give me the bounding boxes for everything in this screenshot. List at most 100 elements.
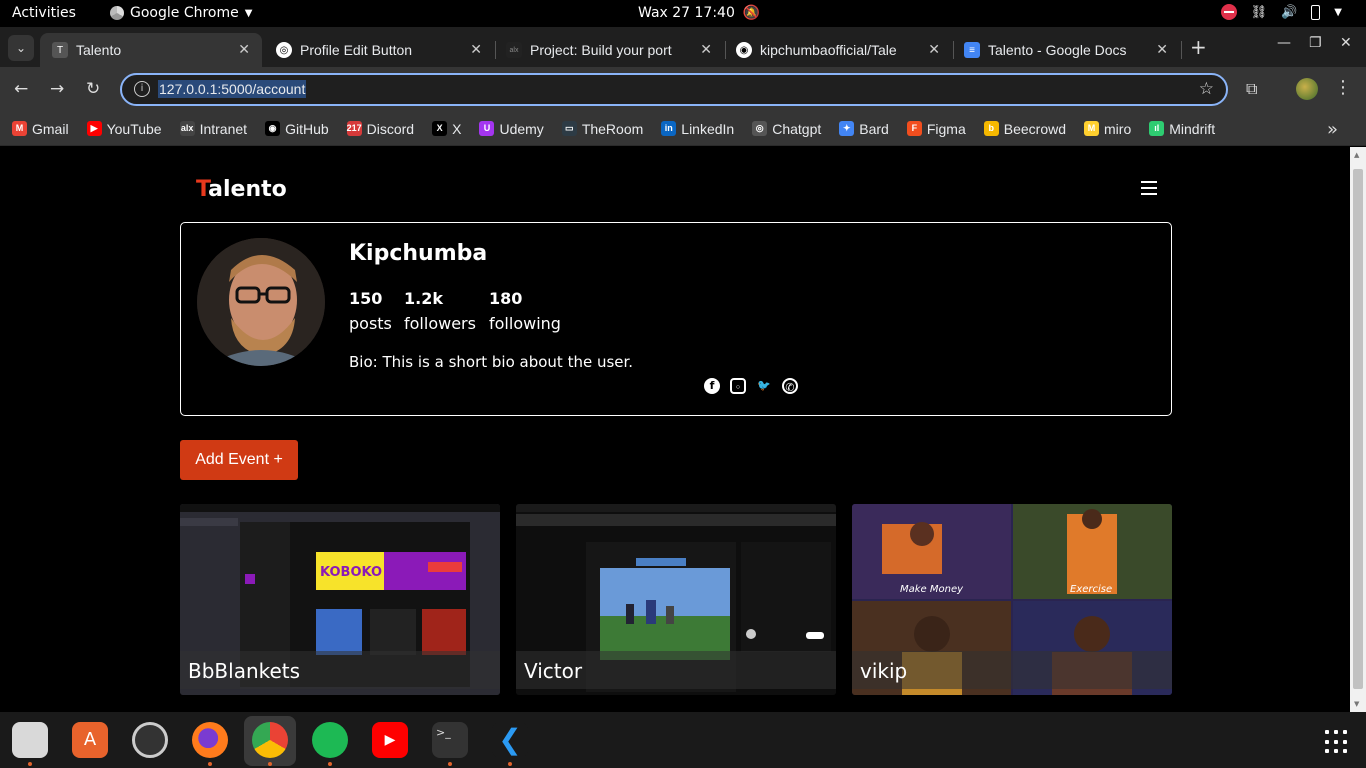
vscode-icon[interactable]: ❮ [492,722,528,758]
bookmark-theroom[interactable]: ▭ TheRoom [561,121,643,137]
firefox-icon[interactable] [192,722,228,758]
event-card-vikip[interactable]: Make Money Exercise vikip [852,504,1172,695]
bookmark-github[interactable]: ◉ GitHub [265,121,329,137]
site-logo[interactable]: Talento [196,177,287,202]
running-indicator [448,762,452,766]
bookmark-intranet[interactable]: alx Intranet [179,121,247,137]
spotify-icon[interactable] [312,722,348,758]
followers-stat[interactable]: 1.2k followers [404,289,476,333]
minimize-icon[interactable]: — [1277,35,1291,51]
close-window-icon[interactable]: ✕ [1340,35,1352,51]
recording-indicator-icon [1220,4,1237,20]
running-indicator [208,762,212,766]
tab-search-button[interactable]: ⌄ [8,35,34,61]
page-viewport: Talento Kipchumba 150 posts 1.2k followe… [0,147,1350,712]
event-name: BbBlankets [180,651,500,689]
thumbnail-caption: Make Money [900,584,964,595]
scroll-down-arrow-icon[interactable]: ▼ [1354,700,1359,708]
followers-label: followers [404,314,476,333]
tab-google-docs[interactable]: ≡ Talento - Google Docs ✕ [952,33,1182,67]
bookmark-bard[interactable]: ✦ Bard [839,121,889,137]
running-indicator [28,762,32,766]
new-tab-button[interactable]: + [1190,35,1207,59]
address-bar[interactable]: i 127.0.0.1:5000/account ☆ [120,73,1228,106]
whatsapp-icon[interactable]: ✆ [782,378,798,394]
back-arrow-icon[interactable]: ← [14,79,28,99]
bookmark-label: miro [1104,120,1132,137]
scroll-up-arrow-icon[interactable]: ▲ [1354,151,1359,159]
activities-button[interactable]: Activities [12,5,76,21]
clock[interactable]: Wax 27 17:40 🔕 [638,5,760,21]
figma-icon: F [906,121,922,136]
system-top-bar: Activities Google Chrome ▼ Wax 27 17:40 … [0,0,1366,27]
bookmark-label: LinkedIn [681,120,735,137]
bookmarks-overflow-chevron-icon[interactable]: » [1327,119,1338,140]
bookmark-x[interactable]: XX [432,121,461,137]
add-event-button[interactable]: Add Event + [180,440,298,480]
bookmark-chatgpt[interactable]: ◎ Chatgpt [752,121,821,137]
bookmark-gmail[interactable]: M Gmail [12,121,69,137]
chrome-menu-kebab-icon[interactable]: ⋮ [1334,77,1352,98]
page-scrollbar[interactable]: ▲ ▼ [1350,147,1366,712]
bookmark-label: Udemy [499,120,544,137]
bookmark-discord[interactable]: 217 Discord [346,121,414,137]
bookmark-udemy[interactable]: U Udemy [479,120,544,137]
tab-close-icon[interactable]: ✕ [470,41,482,58]
bookmark-star-icon[interactable]: ☆ [1199,79,1214,99]
hamburger-menu-icon[interactable] [1141,181,1157,195]
scrollbar-thumb[interactable] [1353,169,1363,689]
tab-github[interactable]: ◉ kipchumbaofficial/Tale ✕ [724,33,954,67]
app-menu[interactable]: Google Chrome ▼ [110,5,252,21]
following-count: 180 [489,289,523,308]
alx-favicon-icon: alx [506,42,522,58]
beecrowd-icon: b [983,121,999,136]
tab-talento[interactable]: T Talento ✕ [40,33,262,67]
profile-avatar[interactable] [1296,78,1318,100]
tab-close-icon[interactable]: ✕ [928,41,940,58]
tab-project[interactable]: alx Project: Build your port ✕ [494,33,726,67]
tab-profile-edit-button[interactable]: ◎ Profile Edit Button ✕ [264,33,496,67]
discord-icon: 217 [346,121,362,136]
reload-icon[interactable]: ↻ [86,79,100,99]
maximize-icon[interactable]: ❐ [1309,35,1322,51]
bookmark-figma[interactable]: F Figma [906,120,966,137]
bookmark-youtube[interactable]: ▶ YouTube [86,121,162,137]
bookmark-linkedin[interactable]: in LinkedIn [661,121,734,137]
tab-strip: ⌄ T Talento ✕ ◎ Profile Edit Button ✕ al… [0,27,1366,67]
tab-close-icon[interactable]: ✕ [1156,41,1168,58]
bookmark-label: Mindrift [1169,120,1216,137]
facebook-icon[interactable]: f [704,378,720,394]
following-stat[interactable]: 180 following [489,289,561,333]
terminal-icon[interactable]: >_ [432,722,468,758]
bookmark-label: X [452,120,462,137]
files-icon[interactable] [12,722,48,758]
extensions-puzzle-icon[interactable]: ⧉ [1246,79,1257,99]
chrome-icon[interactable] [252,722,288,758]
tab-close-icon[interactable]: ✕ [700,41,712,58]
bookmark-label: Figma [926,120,966,137]
twitter-icon[interactable]: 🐦 [756,378,772,394]
system-tray[interactable]: ⛓ 🔊 ▼ [1220,4,1342,20]
event-card-victor[interactable]: Victor [516,504,836,695]
forward-arrow-icon[interactable]: → [50,79,64,99]
settings-gear-icon[interactable] [132,722,168,758]
tab-title: kipchumbaofficial/Tale [760,42,897,58]
site-info-icon[interactable]: i [134,81,150,97]
bookmark-beecrowd[interactable]: b Beecrowd [983,121,1066,137]
event-card-bbblankets[interactable]: KOBOKO BbBlankets [180,504,500,695]
chatgpt-favicon-icon: ◎ [276,42,292,58]
bookmark-mindrift[interactable]: ıl Mindrift [1149,121,1215,137]
bookmark-miro[interactable]: Mmiro [1084,121,1131,137]
tab-close-icon[interactable]: ✕ [238,41,250,58]
tab-favicon-icon: T [52,42,68,58]
software-center-icon[interactable]: A [72,722,108,758]
instagram-icon[interactable]: ◦ [730,378,746,394]
running-indicator [508,762,512,766]
show-applications-grid-icon[interactable] [1325,730,1349,754]
followers-count: 1.2k [404,289,443,308]
url-text[interactable]: 127.0.0.1:5000/account [158,80,307,98]
github-icon: ◉ [265,121,281,136]
volume-icon: 🔊 [1281,4,1298,20]
chatgpt-icon: ◎ [752,121,768,136]
youtube-icon[interactable]: ▶ [372,722,408,758]
